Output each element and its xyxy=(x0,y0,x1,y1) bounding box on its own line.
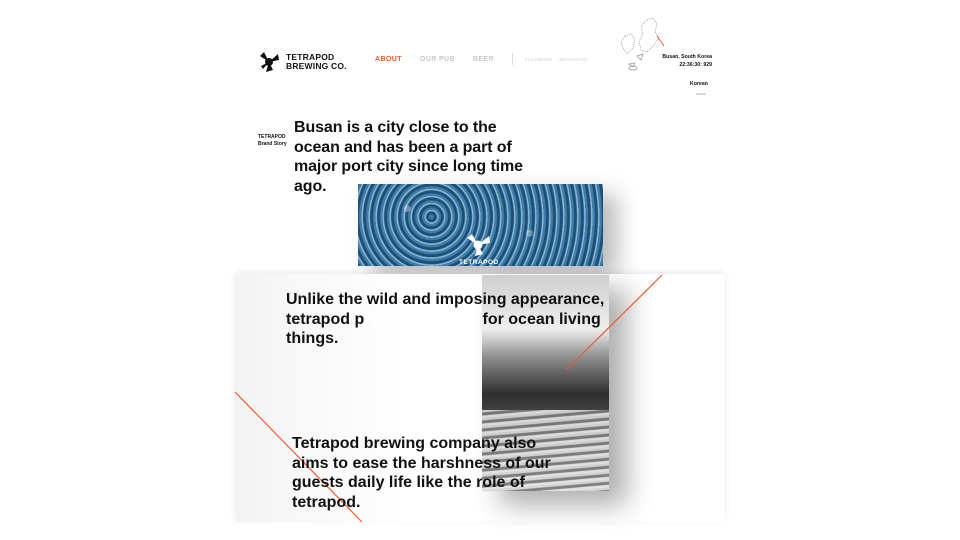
story-paragraph-3: Tetrapod brewing company also aims to ea… xyxy=(292,435,551,511)
story-paragraph-2-light: rovides shelter xyxy=(364,310,479,328)
story-paragraph-2: Unlike the wild and imposing appearance,… xyxy=(286,290,616,349)
